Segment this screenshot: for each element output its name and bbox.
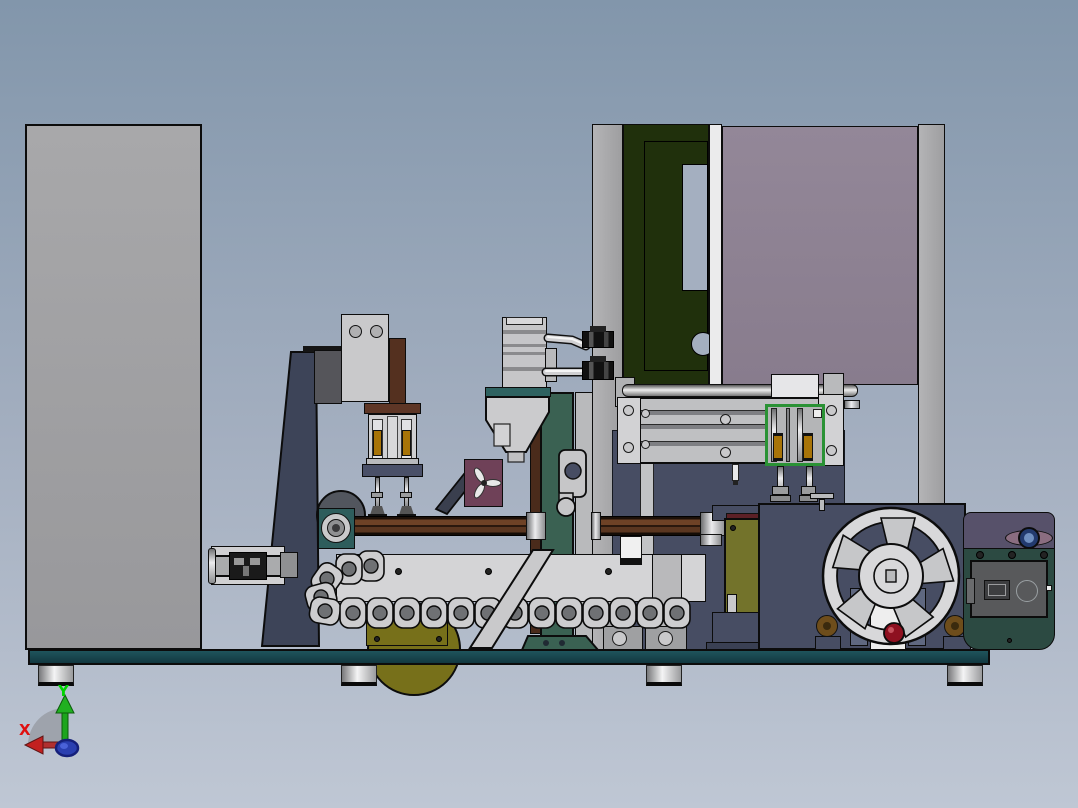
- z-axis-hub-highlight: [60, 743, 68, 749]
- diagonal-strut: [468, 549, 555, 649]
- screw: [730, 525, 736, 531]
- rail-clamp: [591, 512, 601, 540]
- carriage-slide-rod: [786, 408, 790, 462]
- machine-baseplate[interactable]: [28, 649, 990, 665]
- pneumatic-connector: [582, 361, 614, 380]
- gripper-detail: [234, 558, 244, 565]
- rail-clamp: [526, 512, 546, 540]
- screw: [1040, 551, 1048, 559]
- screw: [720, 447, 731, 458]
- slide-unit-top-plate[interactable]: [364, 403, 421, 414]
- orientation-triad[interactable]: Y X: [18, 682, 108, 767]
- carriage-sensor-block: [813, 409, 822, 418]
- screw: [641, 409, 650, 418]
- hook-bracket: [556, 449, 587, 517]
- leveling-foot: [947, 665, 983, 686]
- cad-viewport[interactable]: Y X: [0, 0, 1078, 808]
- enclosure-mauve-panel[interactable]: [722, 126, 918, 385]
- screw: [976, 551, 984, 559]
- carriage-cylinder-amber: [803, 433, 813, 461]
- gripper-arm: [280, 552, 298, 578]
- pneumatic-connector-top: [590, 356, 606, 362]
- screw: [623, 405, 634, 416]
- y-axis-label: Y: [57, 682, 70, 700]
- control-knob-center: [1024, 533, 1034, 543]
- leveling-foot: [341, 665, 377, 686]
- hopper[interactable]: [484, 395, 554, 465]
- slide-cyl-amber: [373, 430, 382, 456]
- left-cabinet-panel[interactable]: [25, 124, 202, 650]
- slide-cyl-amber: [402, 430, 411, 456]
- z-axis-hub: [54, 738, 80, 758]
- leveling-foot: [646, 665, 682, 686]
- display-button-face: [988, 584, 1006, 596]
- carriage-cylinder-amber: [773, 433, 783, 461]
- gripper-endcap: [208, 548, 216, 584]
- fan-icon: [473, 467, 502, 499]
- gripper-detail: [250, 558, 260, 565]
- pneumatic-connector: [582, 331, 614, 348]
- x-axis-label: X: [19, 721, 31, 739]
- handwheel[interactable]: [820, 506, 962, 650]
- plate-hole: [349, 325, 362, 338]
- screw: [826, 405, 837, 416]
- enclosure-white-strip: [709, 124, 722, 390]
- screw: [1008, 551, 1016, 559]
- rod-collar: [400, 492, 412, 498]
- actuator-pin: [732, 464, 739, 481]
- bearing-bore: [332, 524, 340, 532]
- gripper-detail: [243, 566, 249, 576]
- panel-side-tab: [966, 578, 975, 604]
- triad-fan: [28, 708, 65, 745]
- slide-center-rib: [387, 416, 398, 460]
- motor-mount-box: [314, 350, 342, 404]
- side-nub: [1046, 585, 1052, 591]
- screw: [720, 414, 731, 425]
- screw: [641, 440, 650, 449]
- rod-coupler: [772, 486, 789, 495]
- actuator-pin-tip: [733, 481, 738, 485]
- belt-rail-right[interactable]: [598, 516, 702, 536]
- belt-rail-left[interactable]: [352, 516, 528, 536]
- rod-collar: [371, 492, 383, 498]
- screw: [623, 442, 634, 453]
- plate-hole: [370, 325, 383, 338]
- pneumatic-connector-top: [590, 326, 606, 332]
- actuator-shaft-nub: [844, 400, 860, 409]
- green-panel-window-cutout: [682, 164, 708, 291]
- vent-hole: [1007, 638, 1012, 643]
- slide-bottom-plate: [362, 464, 423, 477]
- rod-disc: [770, 495, 791, 502]
- dial[interactable]: [1016, 580, 1038, 602]
- screw: [826, 445, 837, 456]
